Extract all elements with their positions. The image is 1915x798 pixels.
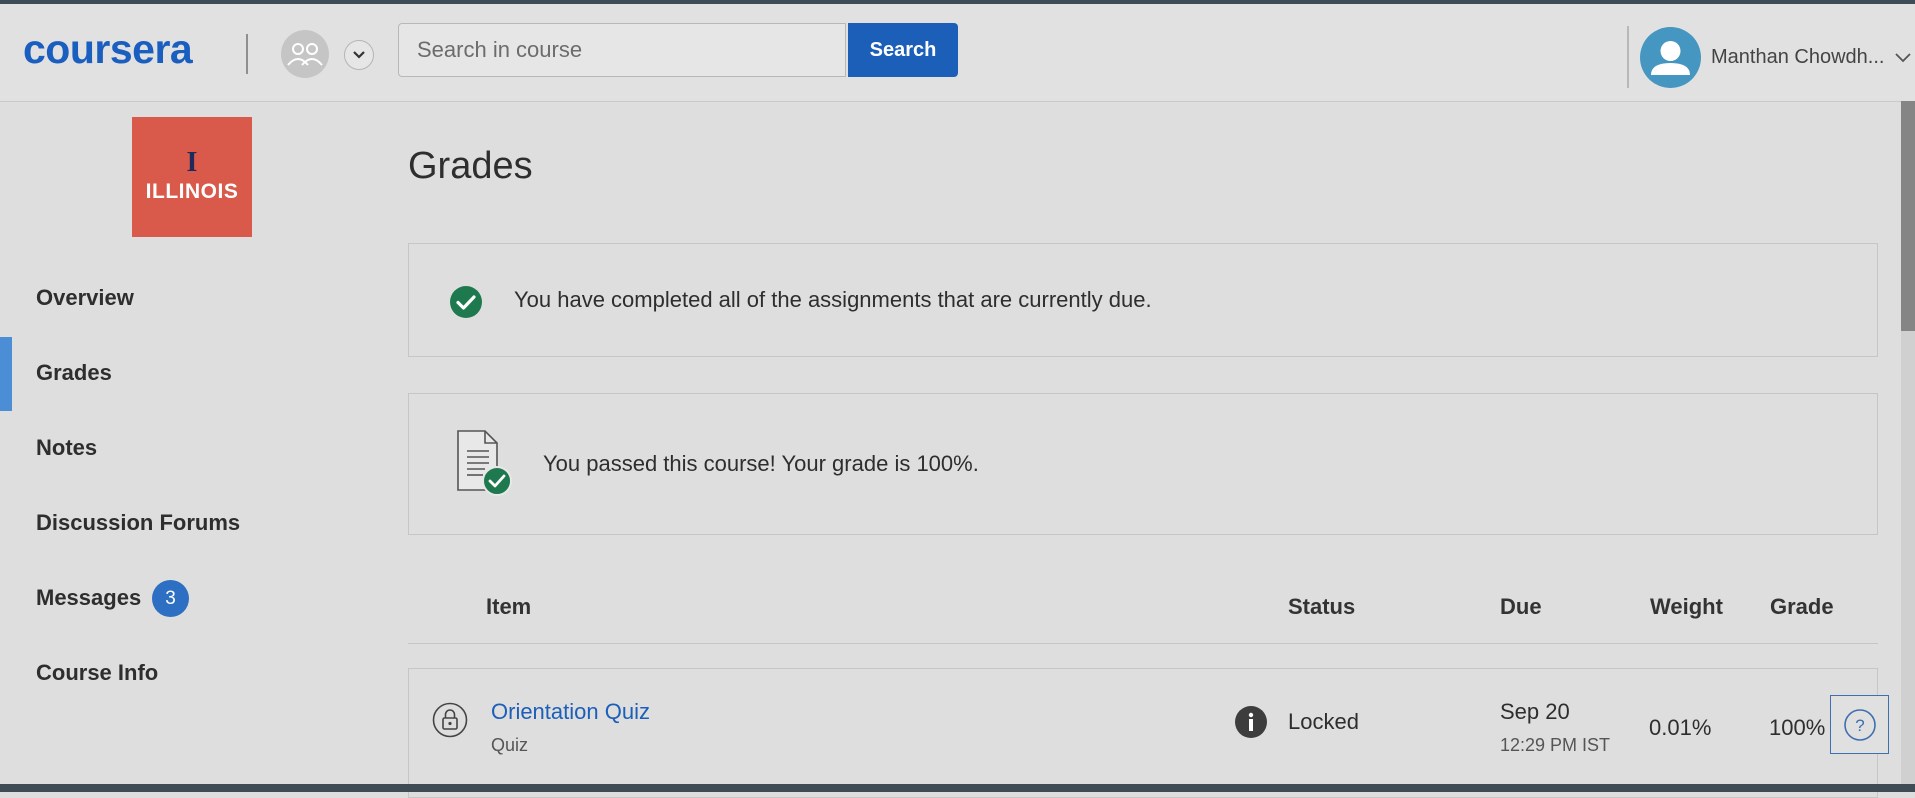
sidebar-item-notes[interactable]: Notes [36, 435, 97, 461]
svg-text:?: ? [1855, 716, 1864, 735]
bottom-border [0, 784, 1915, 792]
document-check-icon [457, 430, 512, 496]
user-menu-dropdown[interactable] [1895, 50, 1911, 68]
help-button[interactable]: ? [1830, 695, 1889, 754]
column-header-due: Due [1500, 594, 1542, 619]
lock-icon [432, 702, 468, 738]
user-avatar[interactable] [1640, 27, 1701, 88]
group-switcher-dropdown[interactable] [344, 40, 374, 70]
question-icon: ? [1843, 708, 1876, 741]
due-date: Sep 20 [1500, 699, 1570, 724]
group-switcher-avatar[interactable] [281, 30, 329, 78]
column-header-status: Status [1288, 594, 1356, 619]
column-header-weight: Weight [1650, 594, 1723, 619]
assignment-link[interactable]: Orientation Quiz [491, 699, 650, 725]
people-group-icon [287, 43, 323, 66]
chevron-down-icon [353, 51, 365, 59]
sidebar-item-grades[interactable]: Grades [36, 360, 112, 386]
sidebar-item-messages[interactable]: Messages [36, 585, 141, 611]
assignment-type: Quiz [491, 735, 529, 755]
chevron-down-icon [1895, 53, 1911, 63]
top-header: coursera Search Manthan Chowdh... [0, 4, 1915, 102]
illinois-wordmark: ILLINOIS [145, 180, 239, 203]
sidebar-item-course-info[interactable]: Course Info [36, 660, 158, 686]
column-header-item: Item [486, 594, 532, 619]
info-icon[interactable] [1235, 706, 1267, 738]
messages-count-badge: 3 [152, 580, 189, 617]
user-silhouette-icon [1651, 41, 1690, 75]
table-row: Orientation Quiz Quiz Locked Sep 20 12:2… [408, 668, 1878, 798]
sidebar-item-discussion-forums[interactable]: Discussion Forums [36, 510, 240, 536]
sidebar-item-overview[interactable]: Overview [36, 285, 134, 311]
check-circle-icon [450, 286, 482, 318]
nav-active-indicator [0, 337, 12, 411]
grade-value: 100% [1769, 715, 1826, 740]
column-header-grade: Grade [1770, 594, 1834, 619]
scrollbar-thumb[interactable] [1901, 101, 1915, 331]
table-header-divider [408, 643, 1878, 644]
due-time: 12:29 PM IST [1500, 735, 1611, 755]
search-input[interactable] [398, 23, 846, 77]
header-divider-right [1627, 26, 1629, 88]
header-divider [246, 34, 248, 74]
status-value: Locked [1288, 709, 1359, 734]
course-passed-message: You passed this course! Your grade is 10… [543, 451, 979, 476]
illinois-block-i: I [186, 147, 198, 178]
course-passed-notice: You passed this course! Your grade is 10… [408, 393, 1878, 535]
coursera-logo[interactable]: coursera [23, 26, 193, 73]
weight-value: 0.01% [1649, 715, 1712, 740]
user-name[interactable]: Manthan Chowdh... [1711, 46, 1884, 69]
page-title: Grades [408, 145, 533, 187]
completion-message: You have completed all of the assignment… [514, 287, 1152, 312]
search-button[interactable]: Search [848, 23, 958, 77]
university-logo[interactable]: I ILLINOIS [132, 117, 252, 237]
completion-notice: You have completed all of the assignment… [408, 243, 1878, 357]
